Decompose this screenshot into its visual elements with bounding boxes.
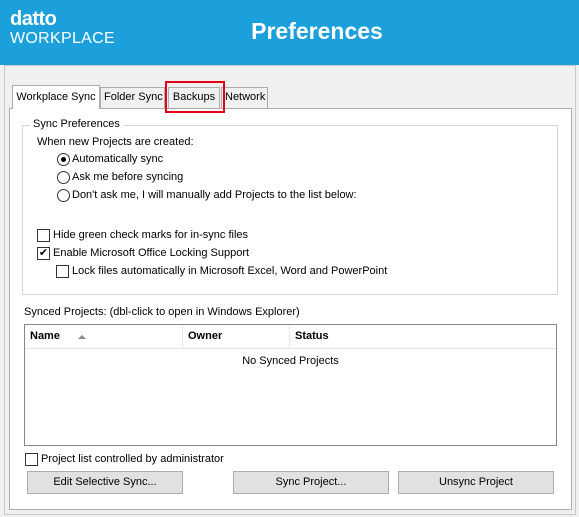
column-header-name[interactable]: Name bbox=[25, 325, 183, 349]
checkbox-admin-controlled-label[interactable]: Project list controlled by administrator bbox=[41, 453, 224, 465]
radio-ask-before-syncing-label[interactable]: Ask me before syncing bbox=[72, 171, 183, 183]
radio-automatically-sync[interactable] bbox=[57, 153, 70, 166]
checkbox-lock-files-auto[interactable] bbox=[56, 265, 69, 278]
tab-folder-sync[interactable]: Folder Sync bbox=[100, 87, 165, 108]
radio-automatically-sync-label[interactable]: Automatically sync bbox=[72, 153, 163, 165]
tab-network[interactable]: Network bbox=[221, 87, 268, 108]
app-header: datto WORKPLACE Preferences bbox=[0, 0, 579, 65]
checkbox-admin-controlled[interactable] bbox=[25, 453, 38, 466]
radio-manual-add[interactable] bbox=[57, 189, 70, 202]
checkbox-hide-green-checks[interactable] bbox=[37, 229, 50, 242]
tab-backups[interactable]: Backups bbox=[168, 87, 220, 108]
edit-selective-sync-button[interactable]: Edit Selective Sync... bbox=[27, 471, 183, 494]
sort-ascending-icon bbox=[78, 335, 86, 339]
radio-manual-add-label[interactable]: Don't ask me, I will manually add Projec… bbox=[72, 189, 357, 201]
column-header-name-label: Name bbox=[30, 330, 60, 342]
sync-project-button[interactable]: Sync Project... bbox=[233, 471, 389, 494]
column-header-owner[interactable]: Owner bbox=[183, 325, 290, 349]
new-projects-prompt: When new Projects are created: bbox=[37, 136, 194, 148]
radio-ask-before-syncing[interactable] bbox=[57, 171, 70, 184]
checkbox-office-locking[interactable]: ✔ bbox=[37, 247, 50, 260]
sync-preferences-title: Sync Preferences bbox=[30, 118, 123, 130]
checkbox-office-locking-label[interactable]: Enable Microsoft Office Locking Support bbox=[53, 247, 249, 259]
checkbox-hide-green-checks-label[interactable]: Hide green check marks for in-sync files bbox=[53, 229, 248, 241]
unsync-project-button[interactable]: Unsync Project bbox=[398, 471, 554, 494]
synced-projects-list[interactable]: Name Owner Status No Synced Projects bbox=[24, 324, 557, 446]
checkbox-lock-files-auto-label[interactable]: Lock files automatically in Microsoft Ex… bbox=[72, 265, 387, 277]
page-title: Preferences bbox=[251, 18, 383, 44]
column-header-status[interactable]: Status bbox=[290, 325, 556, 349]
check-mark-icon: ✔ bbox=[38, 247, 49, 259]
synced-projects-label: Synced Projects: (dbl-click to open in W… bbox=[24, 306, 300, 318]
empty-list-message: No Synced Projects bbox=[242, 355, 339, 367]
tab-workplace-sync[interactable]: Workplace Sync bbox=[12, 85, 100, 109]
